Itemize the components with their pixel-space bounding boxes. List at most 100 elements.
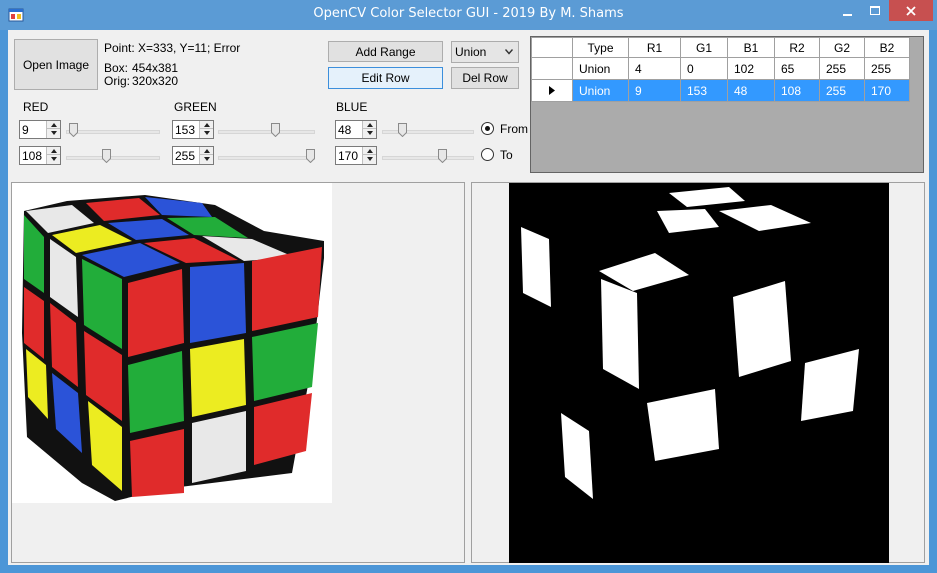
mask-image[interactable]: [509, 183, 889, 563]
mode-select[interactable]: Union: [451, 41, 519, 63]
green-label: GREEN: [174, 100, 217, 114]
edit-row-button[interactable]: Edit Row: [328, 67, 443, 89]
slider-thumb[interactable]: [102, 149, 111, 163]
blue-to-slider[interactable]: [382, 149, 474, 168]
slider-track[interactable]: [218, 130, 315, 134]
table-cell[interactable]: 0: [680, 57, 728, 80]
row-header[interactable]: [531, 79, 573, 102]
radio-selected-dot: [485, 126, 490, 131]
point-readout: Point: X=333, Y=11; Error: [104, 41, 241, 55]
spin-up-icon[interactable]: [363, 147, 376, 155]
table-cell[interactable]: 48: [727, 79, 775, 102]
spin-down-icon[interactable]: [47, 155, 60, 163]
spin-down-icon[interactable]: [200, 129, 213, 137]
slider-track[interactable]: [382, 130, 474, 134]
spin-down-icon[interactable]: [200, 155, 213, 163]
chevron-down-icon: [505, 49, 513, 55]
spin-up-icon[interactable]: [363, 121, 376, 129]
source-image-pane[interactable]: [11, 182, 465, 563]
spin-up-icon[interactable]: [200, 147, 213, 155]
box-label: Box:: [104, 61, 129, 75]
column-header[interactable]: R2: [774, 37, 820, 58]
maximize-button[interactable]: [862, 0, 888, 21]
spin-down-icon[interactable]: [47, 129, 60, 137]
del-row-label: Del Row: [462, 71, 508, 85]
orig-value: 320x320: [132, 74, 179, 88]
table-cell[interactable]: 255: [819, 57, 865, 80]
column-header[interactable]: B1: [727, 37, 775, 58]
minimize-button[interactable]: [834, 0, 862, 21]
open-image-label: Open Image: [22, 57, 90, 72]
minimize-icon: [843, 13, 852, 16]
spin-down-icon[interactable]: [363, 155, 376, 163]
mask-image-pane[interactable]: [471, 182, 925, 563]
slider-track[interactable]: [66, 130, 160, 134]
column-header[interactable]: G2: [819, 37, 865, 58]
column-header[interactable]: B2: [864, 37, 910, 58]
table-cell[interactable]: 4: [628, 57, 681, 80]
row-header[interactable]: [531, 57, 573, 80]
slider-track[interactable]: [66, 156, 160, 160]
table-cell[interactable]: 108: [774, 79, 820, 102]
edit-row-label: Edit Row: [361, 71, 410, 85]
app-window: OpenCV Color Selector GUI - 2019 By M. S…: [0, 0, 937, 573]
current-row-arrow-icon: [549, 85, 555, 95]
slider-thumb[interactable]: [306, 149, 315, 163]
red-from-stepper[interactable]: 9: [19, 120, 61, 139]
title-bar[interactable]: OpenCV Color Selector GUI - 2019 By M. S…: [0, 0, 937, 30]
table-cell[interactable]: Union: [572, 57, 629, 80]
add-range-label: Add Range: [355, 44, 416, 59]
spin-up-icon[interactable]: [200, 121, 213, 129]
table-cell[interactable]: 170: [864, 79, 910, 102]
table-row-selected[interactable]: Union 9 153 48 108 255 170: [531, 79, 910, 102]
mode-select-value: Union: [455, 45, 487, 59]
blue-from-slider[interactable]: [382, 123, 474, 142]
table-cell[interactable]: 102: [727, 57, 775, 80]
red-to-stepper[interactable]: 108: [19, 146, 61, 165]
column-header[interactable]: Type: [572, 37, 629, 58]
close-button[interactable]: [889, 0, 933, 21]
table-cell[interactable]: 9: [628, 79, 681, 102]
from-radio-label: From: [500, 122, 528, 136]
add-range-button[interactable]: Add Range: [328, 41, 443, 62]
green-from-stepper[interactable]: 153: [172, 120, 214, 139]
slider-thumb[interactable]: [438, 149, 447, 163]
table-header-row: Type R1 G1 B1 R2 G2 B2: [531, 37, 910, 58]
table-cell[interactable]: 65: [774, 57, 820, 80]
to-radio-label: To: [500, 148, 513, 162]
table-cell[interactable]: Union: [572, 79, 629, 102]
blue-label: BLUE: [336, 100, 368, 114]
open-image-button[interactable]: Open Image: [14, 39, 98, 90]
slider-thumb[interactable]: [69, 123, 78, 137]
green-from-slider[interactable]: [218, 123, 315, 142]
table-cell[interactable]: 255: [819, 79, 865, 102]
table-cell[interactable]: 255: [864, 57, 910, 80]
red-label: RED: [23, 100, 49, 114]
spin-down-icon[interactable]: [363, 129, 376, 137]
spin-up-icon[interactable]: [47, 121, 60, 129]
to-radio[interactable]: [481, 148, 494, 161]
del-row-button[interactable]: Del Row: [451, 67, 519, 89]
window-title: OpenCV Color Selector GUI - 2019 By M. S…: [313, 6, 624, 21]
red-to-slider[interactable]: [66, 149, 160, 168]
slider-track[interactable]: [218, 156, 315, 160]
from-radio[interactable]: [481, 122, 494, 135]
table-row[interactable]: Union 4 0 102 65 255 255: [531, 57, 910, 80]
spin-up-icon[interactable]: [47, 147, 60, 155]
orig-label: Orig:: [104, 74, 131, 88]
slider-track[interactable]: [382, 156, 474, 160]
green-from-value: 153: [175, 123, 196, 137]
close-icon: [906, 5, 916, 16]
slider-thumb[interactable]: [271, 123, 280, 137]
table-cell[interactable]: 153: [680, 79, 728, 102]
red-from-slider[interactable]: [66, 123, 160, 142]
column-header[interactable]: R1: [628, 37, 681, 58]
ranges-table[interactable]: Type R1 G1 B1 R2 G2 B2 Union 4 0 102 65 …: [530, 36, 924, 173]
blue-from-stepper[interactable]: 48: [335, 120, 377, 139]
blue-to-stepper[interactable]: 170: [335, 146, 377, 165]
column-header[interactable]: G1: [680, 37, 728, 58]
green-to-stepper[interactable]: 255: [172, 146, 214, 165]
slider-thumb[interactable]: [398, 123, 407, 137]
rubiks-cube-image[interactable]: [12, 183, 332, 503]
green-to-slider[interactable]: [218, 149, 315, 168]
